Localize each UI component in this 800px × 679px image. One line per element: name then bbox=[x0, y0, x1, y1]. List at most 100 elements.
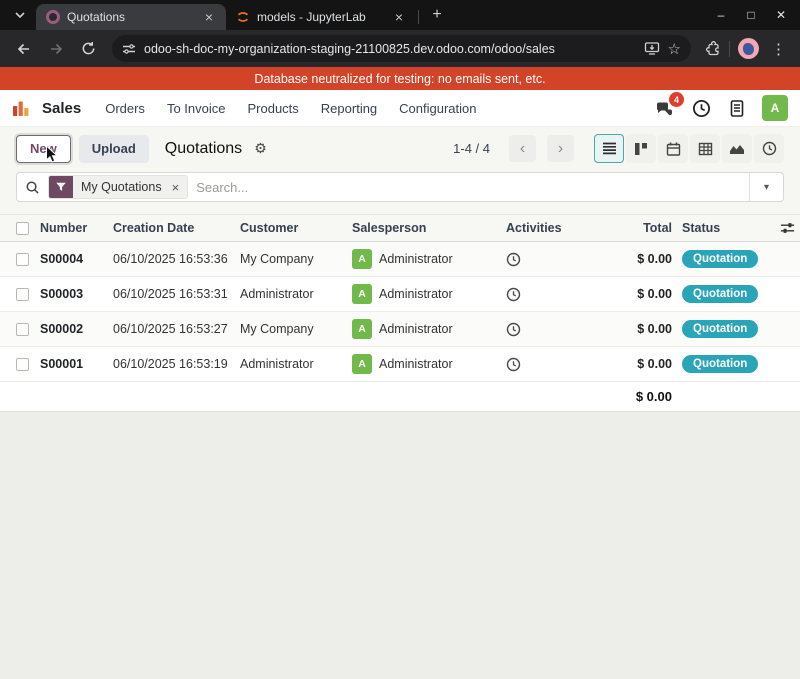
menu-configuration[interactable]: Configuration bbox=[389, 95, 486, 122]
cell-salesperson: A Administrator bbox=[352, 319, 500, 339]
browser-menu-icon[interactable]: ⋮ bbox=[767, 40, 790, 58]
upload-button[interactable]: Upload bbox=[79, 135, 149, 163]
messages-count-badge: 4 bbox=[669, 92, 684, 107]
menu-products[interactable]: Products bbox=[237, 95, 308, 122]
new-tab-button[interactable]: + bbox=[425, 3, 449, 27]
activity-clock-icon[interactable] bbox=[506, 357, 521, 372]
row-checkbox[interactable] bbox=[16, 358, 29, 371]
row-checkbox[interactable] bbox=[16, 288, 29, 301]
remove-facet-icon[interactable]: × bbox=[170, 180, 188, 195]
user-avatar[interactable]: A bbox=[762, 95, 788, 121]
search-dropdown-toggle[interactable]: ▾ bbox=[749, 173, 783, 201]
table-row[interactable]: S00002 06/10/2025 16:53:27 My Company A … bbox=[0, 312, 800, 347]
menu-reporting[interactable]: Reporting bbox=[311, 95, 387, 122]
cell-customer: My Company bbox=[240, 322, 352, 336]
messages-icon[interactable]: 4 bbox=[654, 97, 676, 119]
select-all-checkbox[interactable] bbox=[16, 222, 29, 235]
new-button-label: New bbox=[30, 141, 57, 156]
pager-range: 1-4 / 4 bbox=[453, 141, 490, 156]
new-button[interactable]: New bbox=[16, 135, 71, 163]
col-header-salesperson[interactable]: Salesperson bbox=[352, 221, 500, 235]
toolbar-separator bbox=[729, 41, 730, 57]
menu-to-invoice[interactable]: To Invoice bbox=[157, 95, 236, 122]
app-name[interactable]: Sales bbox=[40, 100, 93, 117]
url-bar[interactable]: odoo-sh-doc-my-organization-staging-2110… bbox=[112, 35, 691, 62]
cell-creation-date: 06/10/2025 16:53:19 bbox=[113, 357, 240, 371]
cell-customer: My Company bbox=[240, 252, 352, 266]
activities-clock-icon[interactable] bbox=[690, 97, 712, 119]
window-maximize-button[interactable]: □ bbox=[740, 8, 762, 22]
status-badge: Quotation bbox=[682, 285, 758, 303]
actions-gear-icon[interactable]: ⚙ bbox=[254, 140, 267, 157]
activity-view-icon[interactable] bbox=[754, 134, 784, 163]
tab-title: models - JupyterLab bbox=[257, 10, 385, 24]
filter-facet-my-quotations[interactable]: My Quotations × bbox=[48, 175, 188, 199]
table-row[interactable]: S00003 06/10/2025 16:53:31 Administrator… bbox=[0, 277, 800, 312]
window-minimize-button[interactable]: – bbox=[710, 8, 732, 22]
tab-separator bbox=[418, 10, 419, 24]
salesperson-name: Administrator bbox=[379, 322, 453, 336]
odoo-navbar: Sales Orders To Invoice Products Reporti… bbox=[0, 90, 800, 127]
col-header-customer[interactable]: Customer bbox=[240, 221, 352, 235]
graph-view-icon[interactable] bbox=[722, 134, 752, 163]
page-title: Quotations bbox=[165, 140, 242, 158]
col-header-creation-date[interactable]: Creation Date bbox=[113, 221, 240, 235]
browser-tab-quotations[interactable]: Quotations × bbox=[36, 4, 226, 30]
window-close-button[interactable]: ✕ bbox=[770, 8, 792, 22]
cell-total: $ 0.00 bbox=[620, 287, 672, 301]
back-button[interactable] bbox=[10, 35, 38, 63]
reload-button[interactable] bbox=[74, 35, 102, 63]
bookmark-star-icon[interactable]: ☆ bbox=[668, 40, 681, 58]
cell-activities bbox=[500, 252, 620, 267]
activity-clock-icon[interactable] bbox=[506, 287, 521, 302]
cell-status: Quotation bbox=[672, 285, 780, 303]
cell-salesperson: A Administrator bbox=[352, 354, 500, 374]
cell-customer: Administrator bbox=[240, 287, 352, 301]
view-switcher bbox=[594, 134, 784, 163]
close-tab-icon[interactable]: × bbox=[392, 9, 406, 25]
browser-tab-strip: Quotations × models - JupyterLab × + – □… bbox=[0, 0, 800, 30]
table-row[interactable]: S00001 06/10/2025 16:53:19 Administrator… bbox=[0, 347, 800, 382]
salesperson-avatar: A bbox=[352, 319, 372, 339]
close-tab-icon[interactable]: × bbox=[202, 9, 216, 25]
col-header-status[interactable]: Status bbox=[682, 221, 780, 235]
kanban-view-icon[interactable] bbox=[626, 134, 656, 163]
col-header-total[interactable]: Total bbox=[620, 221, 672, 235]
col-header-number[interactable]: Number bbox=[40, 221, 113, 235]
pivot-view-icon[interactable] bbox=[690, 134, 720, 163]
search-icon bbox=[25, 180, 40, 195]
cell-total: $ 0.00 bbox=[620, 357, 672, 371]
activity-clock-icon[interactable] bbox=[506, 252, 521, 267]
activity-clock-icon[interactable] bbox=[506, 322, 521, 337]
facet-label: My Quotations bbox=[73, 180, 170, 194]
site-info-icon[interactable] bbox=[122, 42, 136, 56]
cell-total: $ 0.00 bbox=[620, 322, 672, 336]
pager-previous-icon[interactable]: ‹ bbox=[509, 135, 536, 162]
filter-funnel-icon bbox=[49, 175, 73, 199]
list-view-icon[interactable] bbox=[594, 134, 624, 163]
browser-tab-jupyterlab[interactable]: models - JupyterLab × bbox=[226, 4, 416, 30]
cell-status: Quotation bbox=[672, 355, 780, 373]
col-header-activities[interactable]: Activities bbox=[500, 221, 620, 235]
row-checkbox[interactable] bbox=[16, 323, 29, 336]
install-app-icon[interactable] bbox=[644, 41, 660, 56]
extensions-puzzle-icon[interactable] bbox=[705, 41, 721, 57]
tab-search-button[interactable] bbox=[8, 3, 32, 27]
apps-menu-icon[interactable] bbox=[8, 95, 34, 121]
cell-activities bbox=[500, 357, 620, 372]
search-input[interactable] bbox=[196, 180, 741, 195]
table-row[interactable]: S00004 06/10/2025 16:53:36 My Company A … bbox=[0, 242, 800, 277]
odoo-favicon-icon bbox=[46, 10, 60, 24]
calendar-view-icon[interactable] bbox=[658, 134, 688, 163]
menu-orders[interactable]: Orders bbox=[95, 95, 155, 122]
table-header-row: Number Creation Date Customer Salesperso… bbox=[0, 214, 800, 242]
tab-title: Quotations bbox=[67, 10, 195, 24]
row-checkbox[interactable] bbox=[16, 253, 29, 266]
optional-columns-icon[interactable] bbox=[780, 221, 797, 235]
forward-button[interactable] bbox=[42, 35, 70, 63]
browser-profile-avatar[interactable] bbox=[738, 38, 759, 59]
pager-next-icon[interactable]: › bbox=[547, 135, 574, 162]
cell-number: S00004 bbox=[40, 252, 113, 266]
cell-salesperson: A Administrator bbox=[352, 284, 500, 304]
systray-device-icon[interactable] bbox=[726, 97, 748, 119]
